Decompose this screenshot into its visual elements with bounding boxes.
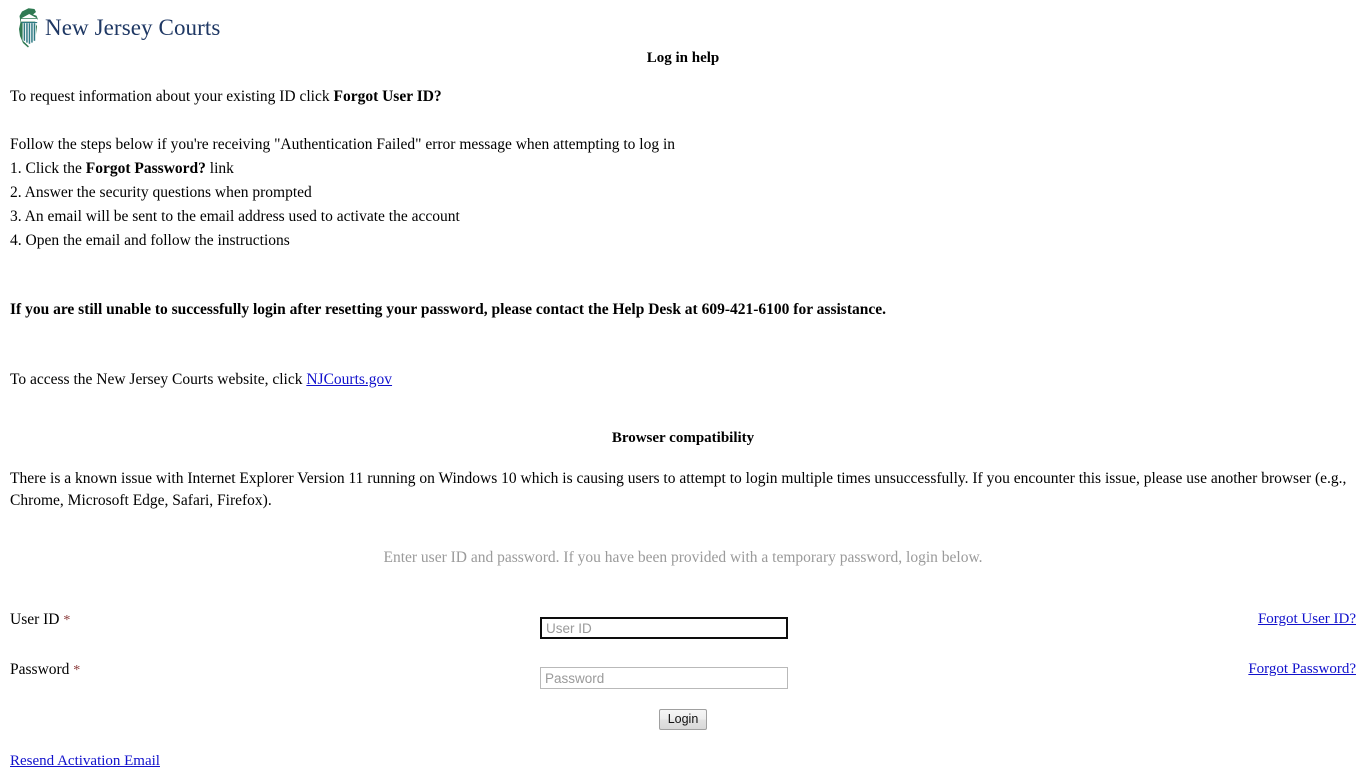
- step-3: 3. An email will be sent to the email ad…: [10, 208, 460, 225]
- step-2: 2. Answer the security questions when pr…: [10, 184, 312, 201]
- brand-name: New Jersey Courts: [45, 15, 221, 40]
- njcourts-gov-link[interactable]: NJCourts.gov: [306, 371, 392, 388]
- njcourts-prefix: To access the New Jersey Courts website,…: [10, 371, 307, 388]
- step-1-suffix: link: [205, 160, 234, 177]
- login-button[interactable]: Login: [659, 709, 707, 730]
- resend-activation-email-link[interactable]: Resend Activation Email: [10, 753, 160, 770]
- browser-compatibility-heading: Browser compatibility: [611, 430, 755, 446]
- nj-state-outline-column-icon: [19, 8, 38, 48]
- user-id-label: User ID *: [10, 611, 70, 629]
- forgot-user-id-emphasis: Forgot User ID?: [333, 88, 442, 105]
- helpdesk-notice: If you are still unable to successfully …: [10, 301, 886, 318]
- user-id-input[interactable]: [540, 617, 788, 639]
- forgot-password-emphasis: Forgot Password?: [85, 160, 206, 177]
- login-help-heading: Log in help: [646, 50, 720, 66]
- follow-steps-text: Follow the steps below if you're receivi…: [10, 136, 676, 153]
- forgot-user-id-link[interactable]: Forgot User ID?: [1258, 611, 1356, 628]
- step-4: 4. Open the email and follow the instruc…: [10, 232, 290, 249]
- required-asterisk: *: [63, 613, 71, 628]
- browser-compatibility-notice: There is a known issue with Internet Exp…: [10, 470, 1347, 509]
- password-input[interactable]: [540, 667, 788, 689]
- login-form-intro: Enter user ID and password. If you have …: [383, 549, 983, 566]
- user-id-label-text: User ID: [10, 611, 60, 628]
- password-label: Password *: [10, 661, 80, 679]
- request-info-text: To request information about your existi…: [10, 88, 442, 105]
- required-asterisk: *: [73, 663, 81, 678]
- step-1: 1. Click the Forgot Password? link: [10, 160, 234, 177]
- njcourts-website-text: To access the New Jersey Courts website,…: [10, 371, 392, 388]
- forgot-password-link[interactable]: Forgot Password?: [1248, 661, 1356, 678]
- request-info-prefix: To request information about your existi…: [10, 88, 334, 105]
- step-1-prefix: 1. Click the: [10, 160, 86, 177]
- password-label-text: Password: [10, 661, 70, 678]
- site-brand: New Jersey Courts: [14, 6, 220, 50]
